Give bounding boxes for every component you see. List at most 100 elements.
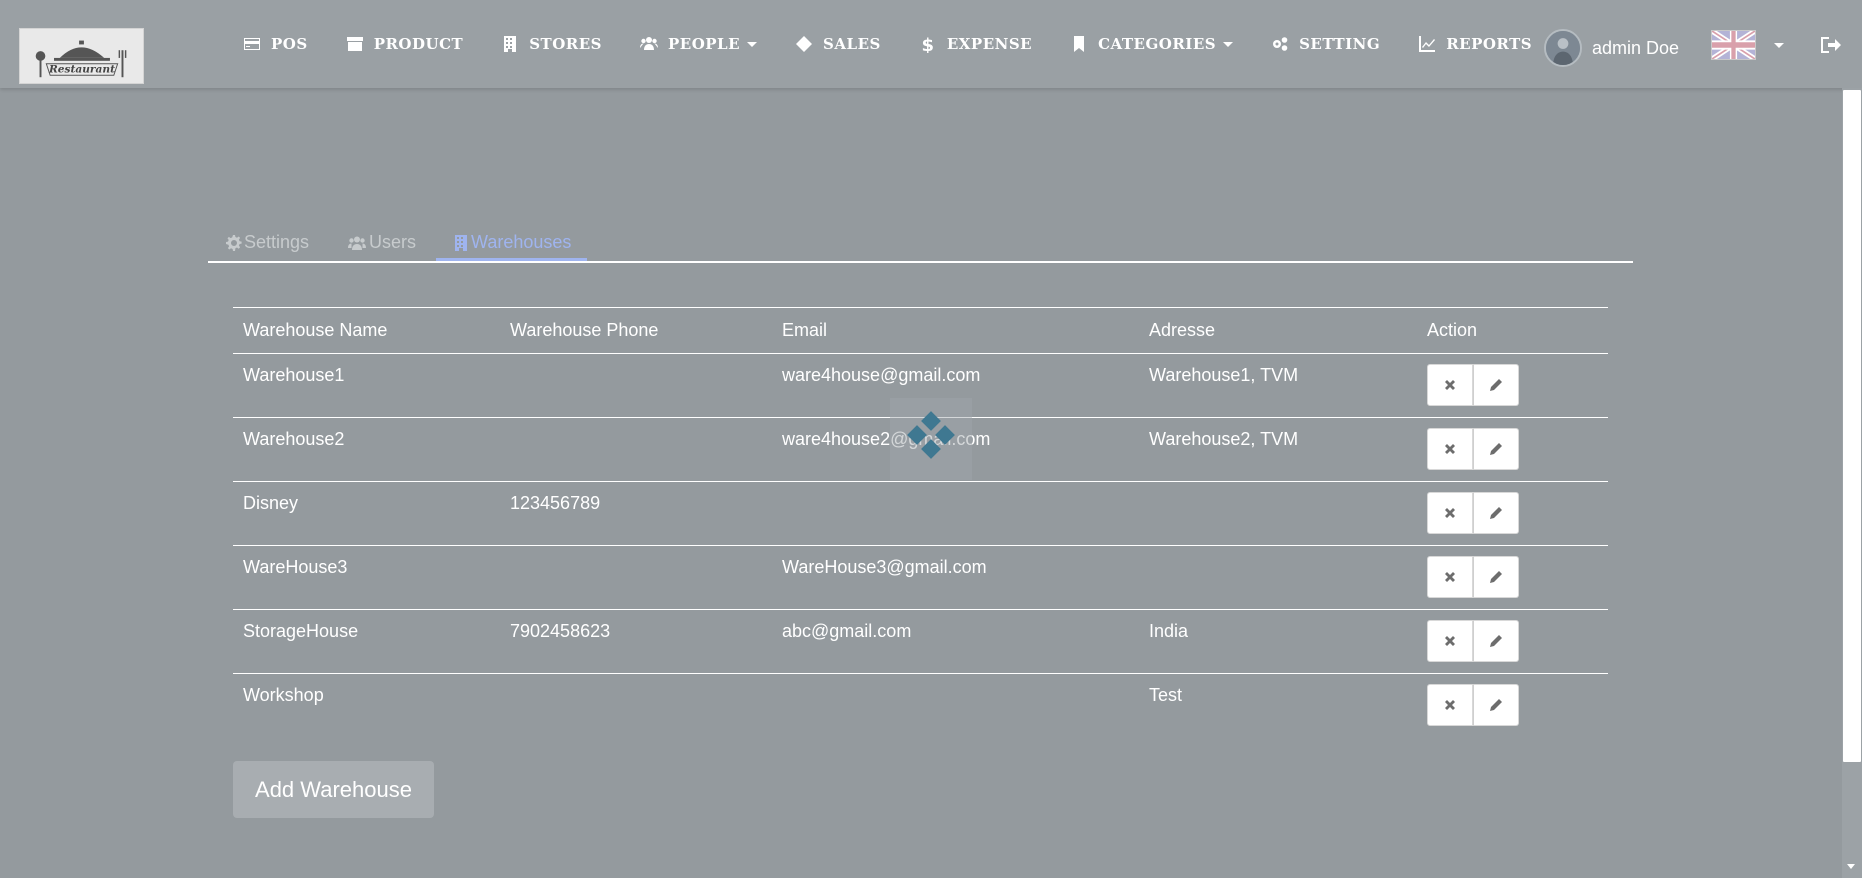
nav-stores[interactable]: STORES [500, 35, 602, 53]
tab-warehouses-label: Warehouses [471, 232, 572, 252]
edit-button[interactable] [1473, 428, 1519, 470]
building-icon [453, 234, 469, 251]
row-actions [1427, 684, 1519, 726]
nav-expense-label: EXPENSE [946, 35, 1033, 53]
close-icon [1445, 380, 1455, 390]
nav-pos[interactable]: POS [242, 35, 308, 53]
tab-settings[interactable]: Settings [226, 222, 309, 263]
cell-name: Workshop [243, 685, 324, 705]
logout-icon[interactable] [1819, 35, 1841, 55]
credit-card-icon [242, 35, 262, 53]
edit-button[interactable] [1473, 556, 1519, 598]
add-warehouse-button[interactable]: Add Warehouse [233, 761, 434, 818]
delete-button[interactable] [1427, 620, 1473, 662]
users-icon [639, 35, 659, 53]
cell-email: ware4house@gmail.com [782, 365, 981, 385]
uk-flag-icon[interactable] [1711, 30, 1756, 60]
table-row: Workshop Test [233, 674, 1608, 738]
user-menu[interactable]: admin Doe [1544, 29, 1679, 67]
table-row: StorageHouse 7902458623 abc@gmail.com In… [233, 610, 1608, 674]
cell-phone: 7902458623 [510, 621, 611, 641]
nav-stores-label: STORES [529, 35, 602, 53]
loading-spinner-icon [890, 398, 972, 480]
scroll-down-arrow-icon[interactable] [1847, 864, 1855, 869]
close-icon [1445, 636, 1455, 646]
row-actions [1427, 364, 1519, 406]
pencil-icon [1490, 379, 1502, 391]
bookmark-icon [1069, 35, 1089, 53]
nav-setting-label: SETTING [1299, 35, 1381, 53]
row-actions [1427, 556, 1519, 598]
tab-settings-label: Settings [244, 232, 310, 252]
logo-text: Restaurant [48, 63, 115, 75]
nav-reports[interactable]: REPORTS [1417, 35, 1532, 53]
language-dropdown-caret-icon[interactable] [1774, 43, 1784, 48]
edit-button[interactable] [1473, 364, 1519, 406]
cell-name: WareHouse3 [243, 557, 348, 577]
chevron-down-icon [747, 41, 758, 47]
pencil-icon [1490, 443, 1502, 455]
nav-reports-label: REPORTS [1446, 35, 1533, 53]
cell-address: Warehouse2, TVM [1149, 429, 1299, 449]
nav-setting[interactable]: SETTING [1270, 35, 1380, 53]
users-icon [347, 235, 367, 251]
cell-address: Warehouse1, TVM [1149, 365, 1299, 385]
dollar-icon: $ [918, 35, 938, 53]
scrollbar-thumb[interactable] [1843, 90, 1861, 762]
archive-icon [345, 35, 365, 53]
main-nav: POS PRODUCT STORES PEOPLE SALES $ EXPENS… [242, 0, 1569, 88]
pencil-icon [1490, 699, 1502, 711]
nav-expense[interactable]: $ EXPENSE [918, 35, 1032, 53]
building-icon [500, 35, 520, 53]
header-warehouse-phone: Warehouse Phone [510, 320, 659, 340]
settings-tabs: Settings Users Warehouses [208, 222, 1633, 263]
line-chart-icon [1417, 35, 1437, 53]
cell-name: Disney [243, 493, 299, 513]
cell-email: abc@gmail.com [782, 621, 912, 641]
delete-button[interactable] [1427, 684, 1473, 726]
header-action: Action [1427, 320, 1478, 340]
nav-product[interactable]: PRODUCT [345, 35, 464, 53]
cogs-icon [1270, 35, 1290, 53]
cell-address: India [1149, 621, 1189, 641]
close-icon [1445, 508, 1455, 518]
table-row: WareHouse3 WareHouse3@gmail.com [233, 546, 1608, 610]
nav-categories[interactable]: CATEGORIES [1069, 35, 1234, 53]
delete-button[interactable] [1427, 556, 1473, 598]
header-email: Email [782, 320, 828, 340]
edit-button[interactable] [1473, 492, 1519, 534]
close-icon [1445, 444, 1455, 454]
warehouses-table: Warehouse Name Warehouse Phone Email Adr… [233, 307, 1608, 738]
delete-button[interactable] [1427, 428, 1473, 470]
edit-button[interactable] [1473, 684, 1519, 726]
cog-icon [226, 234, 242, 251]
nav-people[interactable]: PEOPLE [639, 35, 758, 53]
cell-address: Test [1149, 685, 1183, 705]
tab-users-label: Users [369, 232, 417, 252]
edit-button[interactable] [1473, 620, 1519, 662]
chevron-down-icon [1223, 41, 1234, 47]
table-header: Warehouse Name Warehouse Phone Email Adr… [233, 307, 1608, 354]
svg-text:$: $ [921, 35, 934, 53]
nav-sales[interactable]: SALES [794, 35, 881, 53]
user-name: admin Doe [1592, 37, 1680, 58]
nav-product-label: PRODUCT [373, 35, 464, 53]
tab-warehouses[interactable]: Warehouses [453, 222, 571, 263]
close-icon [1445, 572, 1455, 582]
nav-sales-label: SALES [823, 35, 881, 53]
cell-name: StorageHouse [243, 621, 359, 641]
header-warehouse-name: Warehouse Name [243, 320, 388, 340]
header-address: Adresse [1149, 320, 1216, 340]
active-tab-indicator [436, 258, 587, 261]
tab-users[interactable]: Users [347, 222, 416, 263]
nav-pos-label: POS [271, 35, 308, 53]
restaurant-logo[interactable]: Restaurant [19, 28, 144, 84]
close-icon [1445, 700, 1455, 710]
nav-categories-label: CATEGORIES [1098, 35, 1217, 53]
table-row: Disney 123456789 [233, 482, 1608, 546]
delete-button[interactable] [1427, 492, 1473, 534]
delete-button[interactable] [1427, 364, 1473, 406]
nav-people-label: PEOPLE [668, 35, 741, 53]
cell-email: WareHouse3@gmail.com [782, 557, 987, 577]
cell-name: Warehouse2 [243, 429, 345, 449]
